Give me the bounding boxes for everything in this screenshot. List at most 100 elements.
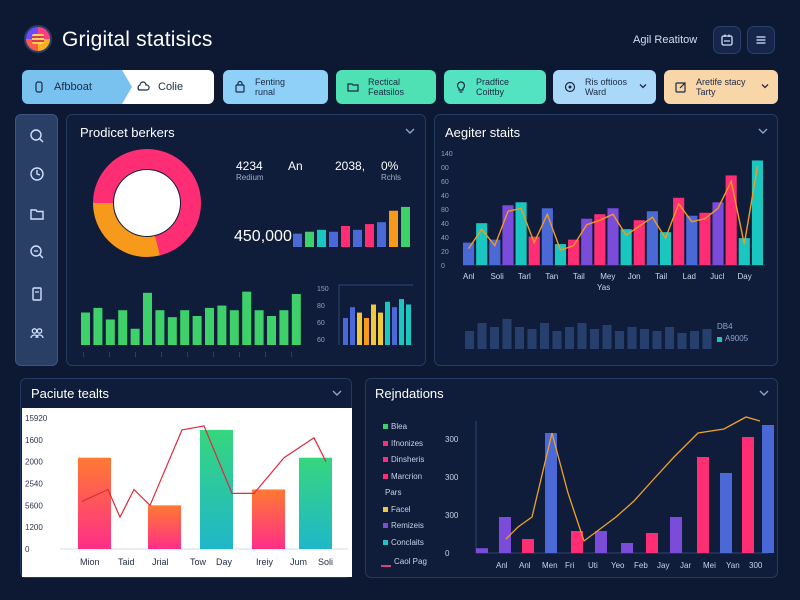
x-tick-label: Anl bbox=[463, 272, 475, 281]
bar bbox=[515, 202, 527, 265]
x-tick-label: Tail bbox=[655, 272, 667, 281]
bar bbox=[353, 229, 362, 247]
bar bbox=[762, 425, 774, 553]
legend-label: A9005 bbox=[725, 334, 749, 343]
bar bbox=[378, 312, 383, 345]
pill-label: Fenting runal bbox=[255, 77, 286, 97]
folder-icon[interactable] bbox=[28, 205, 46, 223]
legend-swatch bbox=[383, 523, 388, 528]
x-tick-label: Anl bbox=[519, 561, 531, 570]
app-title: Grigital statisics bbox=[62, 28, 213, 51]
pill-fenting[interactable]: Fenting runal bbox=[223, 70, 328, 104]
bar bbox=[357, 312, 362, 345]
x-tick-label: Tow bbox=[190, 557, 207, 567]
bar bbox=[577, 323, 587, 349]
bar bbox=[677, 333, 687, 349]
bar bbox=[401, 206, 410, 247]
legend-label: Conclaits bbox=[391, 537, 424, 547]
bar bbox=[502, 319, 512, 349]
bag-icon bbox=[235, 80, 245, 93]
bar bbox=[242, 291, 252, 345]
legend-line-swatch bbox=[381, 565, 391, 567]
pill-ris-oftioos[interactable]: Ris oftioos Ward bbox=[553, 70, 656, 104]
tick-label: | bbox=[187, 352, 188, 358]
x-tick-label: Jon bbox=[628, 272, 641, 281]
bar bbox=[143, 292, 152, 345]
pill-pradfice[interactable]: Pradfice Coittby bbox=[444, 70, 546, 104]
tick-label: 00 bbox=[441, 165, 449, 172]
bar bbox=[595, 531, 607, 553]
menu-button[interactable] bbox=[747, 26, 775, 54]
chevron-down-icon[interactable] bbox=[404, 125, 416, 137]
bar bbox=[490, 327, 499, 349]
legend-swatch bbox=[383, 457, 388, 462]
stat-label: Rchls bbox=[381, 173, 402, 182]
tick-label: 150 bbox=[317, 286, 329, 293]
x-tick-label: Ireiy bbox=[256, 557, 274, 567]
bar bbox=[252, 489, 285, 549]
legend-label: Ifnonizes bbox=[391, 438, 424, 448]
bar bbox=[522, 539, 534, 553]
user-name-link[interactable]: Agil Reatitow bbox=[633, 34, 697, 46]
pill-colie[interactable]: Colie bbox=[122, 70, 214, 104]
team-icon[interactable] bbox=[28, 324, 46, 342]
product-panel: Prodicet berkers 71% 4234 Redium An 2038… bbox=[66, 114, 426, 366]
register-panel: Aegiter staits 140 00 60 40 80 40 40 20 0 Anl Sol… bbox=[434, 114, 778, 366]
tick-label: | bbox=[213, 352, 214, 358]
chevron-down-icon[interactable] bbox=[757, 125, 769, 137]
bulb-icon bbox=[457, 81, 465, 93]
clock-icon[interactable] bbox=[28, 165, 46, 183]
mini-bar-chart bbox=[293, 206, 410, 247]
bar bbox=[406, 304, 411, 345]
bar bbox=[665, 327, 674, 349]
calendar-button[interactable] bbox=[713, 26, 741, 54]
bar bbox=[341, 226, 350, 247]
chevron-down-icon bbox=[761, 84, 769, 89]
bar bbox=[565, 327, 574, 349]
bar bbox=[554, 244, 567, 265]
legend-label: Facel bbox=[391, 504, 411, 514]
search-icon[interactable] bbox=[28, 127, 46, 145]
bar bbox=[118, 310, 128, 345]
chevron-down-icon[interactable] bbox=[331, 387, 343, 399]
bar bbox=[377, 222, 386, 247]
zoom-icon[interactable] bbox=[28, 243, 46, 261]
x-tick-label: Tarl bbox=[518, 272, 531, 281]
bar bbox=[552, 331, 562, 349]
bar bbox=[254, 310, 264, 345]
x-tick-label: Day bbox=[738, 272, 752, 281]
stat-value: An bbox=[288, 159, 303, 173]
small-bar-chart: 150 80 60 60 bbox=[317, 284, 413, 345]
bar bbox=[751, 160, 763, 265]
chevron-down-icon[interactable] bbox=[758, 387, 770, 399]
legend-label: Dinsheris bbox=[391, 455, 425, 464]
tick-label: 15920 bbox=[25, 414, 48, 423]
x-tick-label: Soli bbox=[490, 272, 504, 281]
tick-label: 1600 bbox=[25, 436, 43, 445]
bar bbox=[515, 327, 524, 349]
x-tick-label: Feb bbox=[634, 561, 648, 570]
tick-label: 40 bbox=[441, 221, 449, 228]
pill-aretife[interactable]: Aretife stacy Tarty bbox=[664, 70, 778, 104]
document-icon[interactable] bbox=[28, 285, 46, 303]
bar bbox=[364, 318, 369, 345]
panel-title: Paciute tealts bbox=[31, 386, 110, 401]
bar bbox=[541, 208, 553, 265]
bar bbox=[305, 231, 314, 247]
x-tick-label: Mei bbox=[703, 561, 716, 570]
green-bar-chart: | | | | | | | | | bbox=[81, 291, 301, 358]
x-tick-label: Jar bbox=[680, 561, 691, 570]
bar bbox=[167, 317, 177, 345]
legend-label: Blea bbox=[391, 422, 408, 431]
pill-afbboat[interactable]: Afbboat bbox=[22, 70, 132, 104]
x-axis-label: Yas bbox=[597, 283, 611, 292]
bar bbox=[81, 312, 90, 345]
chevron-down-icon bbox=[639, 84, 647, 89]
bar bbox=[720, 473, 732, 553]
x-tick-label: Yan bbox=[726, 561, 740, 570]
bar bbox=[615, 331, 624, 349]
pill-rectical[interactable]: Rectical Featsilos bbox=[336, 70, 436, 104]
register-dim-bars bbox=[465, 319, 712, 349]
tick-label: 0 bbox=[25, 545, 30, 554]
x-tick-label: Tail bbox=[573, 272, 585, 281]
